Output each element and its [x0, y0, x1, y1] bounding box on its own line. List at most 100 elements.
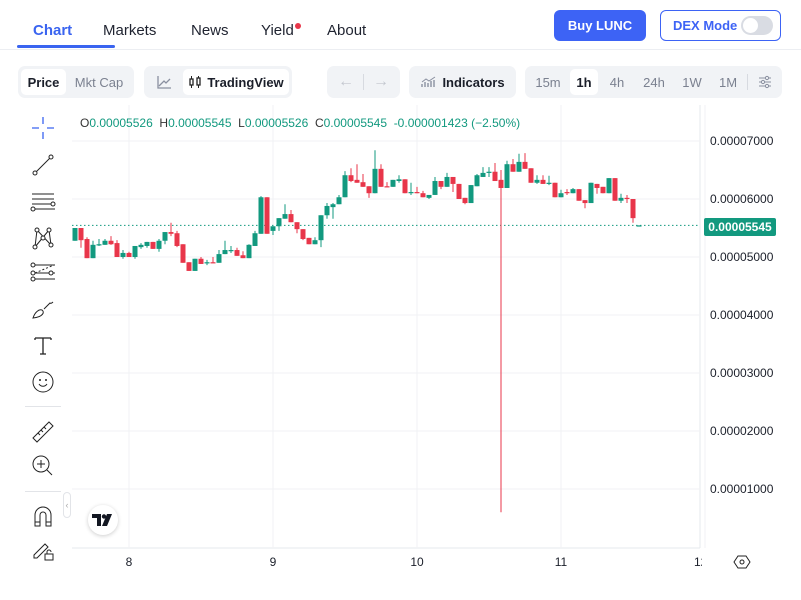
candle-body — [330, 204, 336, 208]
candle — [372, 150, 378, 194]
candle — [270, 226, 276, 235]
candle — [126, 251, 132, 257]
candle-body — [474, 175, 480, 187]
candle — [312, 237, 318, 245]
candle — [354, 164, 360, 183]
price-tick-label: 0.00002000 — [710, 424, 774, 438]
candle — [528, 168, 534, 183]
candle — [108, 236, 114, 245]
price-tick-label: 0.00006000 — [710, 192, 774, 206]
candle-body — [606, 178, 612, 194]
candle — [516, 153, 522, 172]
candle-body — [522, 161, 528, 169]
candle — [450, 176, 456, 193]
candle — [384, 182, 390, 188]
candle — [204, 259, 210, 266]
candle-body — [324, 205, 330, 216]
close-value: 0.00005545 — [323, 116, 388, 130]
candle-body — [150, 241, 156, 249]
change-value: -0.000001423 (−2.50%) — [393, 116, 521, 130]
candle — [444, 172, 450, 187]
candle-body — [342, 175, 348, 198]
low-value: 0.00005526 — [244, 116, 309, 130]
candle — [174, 230, 180, 248]
candle-body — [558, 193, 564, 198]
candle-body — [144, 241, 150, 246]
candle — [504, 160, 510, 188]
candle-body — [132, 245, 138, 257]
candle — [90, 240, 96, 259]
last-price-tag: 0.00005545 — [704, 218, 776, 236]
candle — [234, 247, 240, 256]
candle-body — [216, 254, 222, 263]
candle-body — [222, 250, 228, 255]
candle-body — [174, 233, 180, 246]
candle — [138, 243, 144, 249]
candle-body — [450, 176, 456, 184]
candle-body — [516, 161, 522, 172]
candle — [438, 181, 444, 190]
candle — [276, 218, 282, 231]
candle-body — [414, 192, 420, 194]
candle-body — [72, 228, 78, 241]
candle-body — [78, 228, 84, 241]
candle — [612, 178, 618, 201]
candle-body — [594, 183, 600, 188]
candle — [348, 168, 354, 183]
candle — [426, 194, 432, 199]
candle — [132, 245, 138, 259]
candle-body — [252, 233, 258, 246]
candle — [492, 163, 498, 182]
candle-body — [570, 189, 576, 194]
candle — [432, 176, 438, 195]
candle — [480, 167, 486, 177]
candle-body — [294, 222, 300, 230]
candle-body — [384, 186, 390, 188]
candle — [72, 228, 78, 241]
candle-body — [96, 244, 102, 246]
price-tick-label: 0.00003000 — [710, 366, 774, 380]
candle — [198, 257, 204, 264]
candle — [486, 167, 492, 177]
candle-body — [390, 179, 396, 187]
candle — [96, 239, 102, 246]
candle-body — [276, 218, 282, 227]
candle-body — [348, 175, 354, 182]
candle — [306, 237, 312, 245]
candle — [576, 189, 582, 201]
candle — [468, 185, 474, 204]
time-tick-label: 12 — [694, 555, 702, 569]
candle — [258, 196, 264, 234]
candlestick-chart[interactable] — [0, 0, 801, 600]
time-tick-label: 11 — [554, 555, 568, 569]
candle — [156, 239, 162, 252]
candle-body — [300, 229, 306, 240]
candle-body — [366, 186, 372, 194]
axis-settings-button[interactable] — [733, 553, 751, 571]
candle — [240, 251, 246, 259]
candle — [264, 197, 270, 234]
candle — [414, 186, 420, 194]
candle-body — [240, 255, 246, 259]
candle-body — [624, 197, 630, 200]
price-tick-label: 0.00007000 — [710, 134, 774, 148]
price-tick-label: 0.00005000 — [710, 250, 774, 264]
candle — [366, 186, 372, 198]
candle — [588, 182, 594, 204]
candle-body — [378, 168, 384, 187]
candle-body — [498, 179, 504, 188]
high-value: 0.00005545 — [168, 116, 232, 130]
candle — [630, 199, 636, 223]
candle — [78, 228, 84, 248]
candle — [474, 174, 480, 187]
candle — [168, 222, 174, 237]
candle-body — [534, 179, 540, 183]
candle-body — [360, 182, 366, 187]
price-tick-label: 0.00001000 — [710, 482, 774, 496]
tradingview-logo[interactable] — [88, 505, 118, 535]
candle-body — [588, 182, 594, 204]
candle — [390, 179, 396, 187]
candle-body — [258, 197, 264, 234]
candle-body — [126, 252, 132, 257]
candle-body — [528, 168, 534, 183]
